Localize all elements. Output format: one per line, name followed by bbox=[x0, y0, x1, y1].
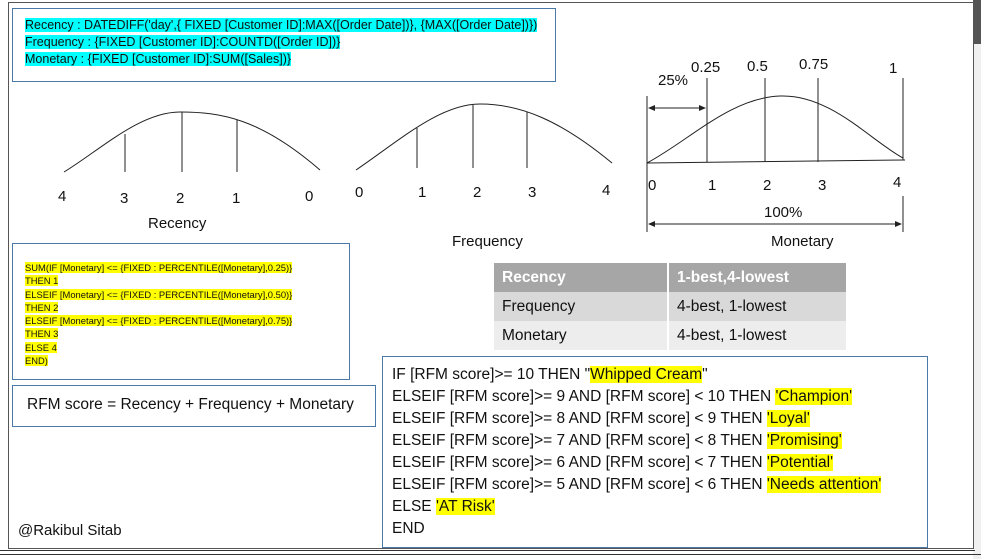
table-cell: 4-best, 1-lowest bbox=[667, 292, 846, 321]
percentile-line: END) bbox=[25, 355, 48, 367]
frequency-tick: 1 bbox=[418, 184, 427, 201]
pct25-label: 25% bbox=[658, 72, 689, 89]
table-row: Monetary 4-best, 1-lowest bbox=[494, 321, 846, 350]
frequency-curve bbox=[355, 103, 613, 171]
recency-tick: 2 bbox=[176, 190, 185, 207]
rule-line: ELSEIF [RFM score]>= 8 AND [RFM score] <… bbox=[392, 408, 881, 430]
rule-line: ELSEIF [RFM score]>= 5 AND [RFM score] <… bbox=[392, 474, 882, 496]
monetary-tick: 2 bbox=[763, 177, 772, 194]
segment-name: 'Potential' bbox=[766, 454, 834, 471]
arrowhead bbox=[895, 221, 902, 227]
percentile-line: THEN 2 bbox=[25, 301, 59, 313]
rule-condition: ELSEIF [RFM score]>= 9 AND [RFM score] <… bbox=[392, 388, 776, 405]
rule-condition: ELSE bbox=[392, 498, 436, 515]
segment-name: 'Loyal' bbox=[766, 410, 810, 427]
monetary-title: Monetary bbox=[771, 233, 834, 250]
rule-condition: ELSEIF [RFM score]>= 6 AND [RFM score] <… bbox=[392, 454, 767, 471]
percentile-formula-box: SUM(IF [Monetary] <= {FIXED : PERCENTILE… bbox=[12, 243, 350, 380]
pct100-label: 100% bbox=[764, 204, 803, 221]
segment-name: 'AT Risk' bbox=[435, 498, 495, 515]
monetary-tick: 3 bbox=[818, 177, 827, 194]
table-cell: 1-best,4-lowest bbox=[667, 263, 846, 292]
segment-name: Whipped Cream bbox=[590, 366, 703, 383]
rfm-score-box: RFM score = Recency + Frequency + Moneta… bbox=[12, 385, 376, 427]
recency-tick: 3 bbox=[120, 190, 129, 207]
frequency-title: Frequency bbox=[452, 233, 523, 250]
recency-curve bbox=[63, 111, 321, 173]
percentile-line: ELSEIF [Monetary] <= {FIXED : PERCENTILE… bbox=[25, 315, 293, 327]
arrowhead bbox=[648, 221, 655, 227]
rule-suffix: " bbox=[702, 366, 708, 383]
segment-name: 'Champion' bbox=[775, 388, 853, 405]
rule-line: ELSEIF [RFM score]>= 6 AND [RFM score] <… bbox=[392, 452, 881, 474]
table-cell: Frequency bbox=[494, 292, 668, 321]
segment-rules-box: IF [RFM score]>= 10 THEN "Whipped Cream"… bbox=[382, 356, 928, 548]
segment-name: 'Needs attention' bbox=[766, 476, 882, 493]
table-cell: 4-best, 1-lowest bbox=[667, 321, 846, 350]
recency-title: Recency bbox=[148, 215, 207, 232]
monetary-tick: 4 bbox=[893, 174, 902, 191]
monetary-tick: 1 bbox=[708, 177, 717, 194]
recency-tick: 4 bbox=[58, 188, 67, 205]
author-credit: @Rakibul Sitab bbox=[18, 522, 122, 539]
quantile-label: 1 bbox=[889, 60, 898, 77]
percentile-line: THEN 1 bbox=[25, 275, 59, 287]
rule-condition: END bbox=[392, 520, 425, 537]
rule-condition: IF [RFM score]>= 10 THEN " bbox=[392, 366, 591, 383]
rule-line: ELSE 'AT Risk' bbox=[392, 496, 881, 518]
percentile-line: ELSEIF [Monetary] <= {FIXED : PERCENTILE… bbox=[25, 288, 293, 300]
rule-condition: ELSEIF [RFM score]>= 7 AND [RFM score] <… bbox=[392, 432, 767, 449]
quantile-label: 0.5 bbox=[747, 58, 768, 75]
quantile-label: 0.25 bbox=[691, 59, 721, 76]
arrowhead bbox=[699, 105, 706, 111]
rule-line: ELSEIF [RFM score]>= 7 AND [RFM score] <… bbox=[392, 430, 881, 452]
table-row: Frequency 4-best, 1-lowest bbox=[494, 292, 846, 321]
rule-condition: ELSEIF [RFM score]>= 8 AND [RFM score] <… bbox=[392, 410, 767, 427]
rule-line: IF [RFM score]>= 10 THEN "Whipped Cream" bbox=[392, 364, 881, 386]
monetary-tick: 0 bbox=[648, 177, 657, 194]
frequency-tick: 0 bbox=[355, 184, 364, 201]
frequency-tick: 2 bbox=[473, 184, 482, 201]
percentile-line: ELSE 4 bbox=[25, 341, 57, 353]
table-cell: Monetary bbox=[494, 321, 668, 350]
percentile-line: THEN 3 bbox=[25, 328, 59, 340]
recency-tick: 1 bbox=[232, 190, 241, 207]
rule-line: END bbox=[392, 518, 881, 540]
segment-name: 'Promising' bbox=[766, 432, 842, 449]
monetary-curve bbox=[646, 95, 904, 164]
monetary-axis bbox=[646, 159, 906, 164]
frequency-tick: 4 bbox=[602, 182, 611, 199]
frequency-tick: 3 bbox=[528, 184, 537, 201]
rule-line: ELSEIF [RFM score]>= 9 AND [RFM score] <… bbox=[392, 386, 881, 408]
recency-tick: 0 bbox=[305, 188, 314, 205]
table-header-row: Recency 1-best,4-lowest bbox=[494, 263, 846, 292]
rfm-score-formula: RFM score = Recency + Frequency + Moneta… bbox=[27, 396, 354, 413]
percentile-line: SUM(IF [Monetary] <= {FIXED : PERCENTILE… bbox=[25, 262, 293, 273]
quantile-label: 0.75 bbox=[799, 56, 829, 73]
score-direction-table: Recency 1-best,4-lowest Frequency 4-best… bbox=[494, 263, 846, 350]
rule-condition: ELSEIF [RFM score]>= 5 AND [RFM score] <… bbox=[392, 476, 767, 493]
arrowhead bbox=[648, 105, 655, 111]
table-cell: Recency bbox=[494, 263, 668, 292]
